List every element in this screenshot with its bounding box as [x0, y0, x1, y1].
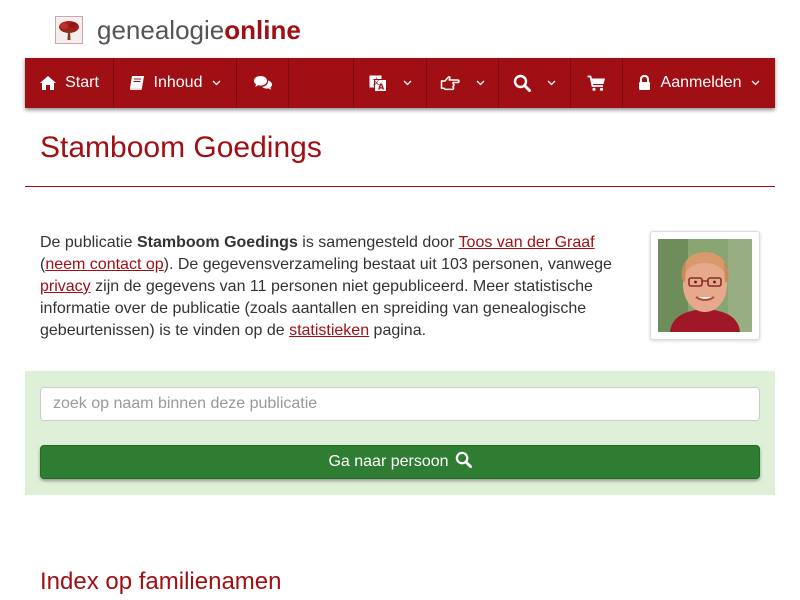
- nav-language[interactable]: 文A: [354, 58, 427, 108]
- site-name-part1: genealogie: [97, 15, 225, 45]
- nav-spacer: [289, 58, 354, 108]
- person-search-input[interactable]: [40, 387, 760, 421]
- nav-inhoud-label: Inhoud: [153, 74, 203, 91]
- cart-icon: [587, 75, 606, 92]
- nav-login-label: Aanmelden: [660, 74, 742, 91]
- person-search-panel: Ga naar persoon: [25, 371, 775, 495]
- publication-name: Stamboom Goedings: [136, 234, 298, 251]
- chevron-down-icon: [403, 80, 412, 86]
- statistics-link[interactable]: statistieken: [289, 322, 369, 339]
- site-name: genealogieonline: [97, 15, 301, 45]
- go-to-person-button[interactable]: Ga naar persoon: [40, 445, 760, 479]
- book-icon: [129, 75, 146, 91]
- title-divider: [25, 186, 775, 187]
- nav-search[interactable]: [499, 58, 571, 108]
- lock-icon: [638, 75, 651, 91]
- author-photo: [658, 239, 752, 332]
- publication-intro: De publicatie Stamboom Goedings is samen…: [40, 232, 630, 342]
- nav-start-label: Start: [65, 74, 99, 91]
- intro-text-4: ). De gegevensverzameling bestaat uit 10…: [163, 256, 612, 273]
- search-icon: [455, 451, 472, 473]
- nav-shop[interactable]: [571, 58, 623, 108]
- svg-text:A: A: [378, 82, 385, 91]
- author-link[interactable]: Toos van der Graaf: [459, 234, 595, 251]
- main-navbar: Start Inhoud 文A Aanmelden: [25, 58, 775, 108]
- site-logo[interactable]: genealogieonline: [55, 14, 301, 46]
- intro-text-1: De publicatie: [40, 234, 137, 251]
- hand-pointer-icon: [440, 75, 460, 91]
- chevron-down-icon: [212, 80, 221, 86]
- home-icon: [39, 75, 57, 91]
- nav-inhoud[interactable]: Inhoud: [114, 58, 237, 108]
- page-title: Stamboom Goedings: [40, 131, 322, 164]
- comments-icon: [253, 75, 273, 91]
- site-name-part2: online: [224, 15, 301, 45]
- chevron-down-icon: [547, 80, 556, 86]
- search-icon: [513, 74, 531, 92]
- intro-text-2: is samengesteld door: [297, 234, 459, 251]
- contact-link[interactable]: neem contact op: [45, 256, 163, 273]
- privacy-link[interactable]: privacy: [40, 278, 91, 295]
- author-photo-frame[interactable]: [650, 231, 760, 340]
- tree-logo-icon: [55, 16, 83, 44]
- chevron-down-icon: [476, 80, 485, 86]
- nav-login[interactable]: Aanmelden: [623, 58, 775, 108]
- go-to-person-label: Ga naar persoon: [328, 453, 449, 470]
- family-index-heading: Index op familienamen: [40, 568, 282, 595]
- chevron-down-icon: [751, 80, 760, 86]
- language-icon: 文A: [369, 75, 387, 92]
- nav-social[interactable]: [427, 58, 499, 108]
- nav-start[interactable]: Start: [25, 58, 114, 108]
- nav-forum[interactable]: [237, 58, 289, 108]
- intro-text-6: pagina.: [369, 322, 427, 339]
